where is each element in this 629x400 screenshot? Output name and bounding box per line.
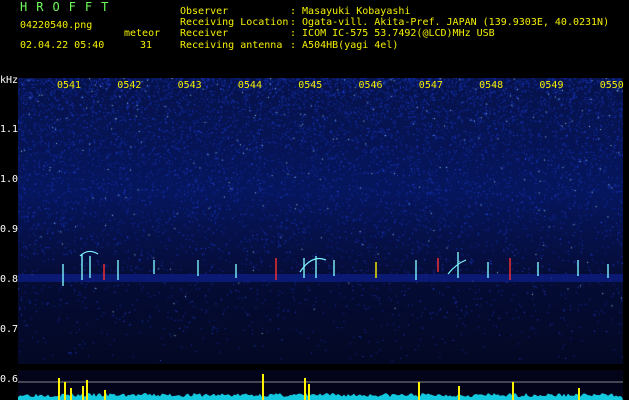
- spectrogram-overlay: [18, 250, 623, 286]
- spectrogram-plot: [18, 78, 623, 364]
- observer-value: : Masayuki Kobayashi: [290, 6, 411, 17]
- level-spike: [262, 374, 264, 400]
- frequency-tick-label: 0.7: [0, 324, 19, 335]
- frequency-tick-label: 0.8: [0, 274, 19, 285]
- frequency-unit-label: kHz: [0, 75, 19, 86]
- app-title: HROFFT: [20, 0, 118, 14]
- time-tick-label: 0547: [418, 80, 443, 91]
- level-spike: [578, 388, 580, 400]
- level-spike: [308, 384, 310, 400]
- level-spike: [458, 386, 460, 400]
- date-time: 02.04.22 05:40: [20, 40, 105, 51]
- level-spike: [64, 382, 66, 400]
- signal-level-graph: [18, 374, 623, 400]
- time-tick-label: 0542: [117, 80, 142, 91]
- time-tick-label: 0549: [539, 80, 564, 91]
- frequency-tick-label: 0.6: [0, 374, 19, 385]
- time-tick-label: 0548: [479, 80, 504, 91]
- noise-level-fill: [18, 393, 623, 400]
- level-spike: [58, 378, 60, 400]
- level-spike: [104, 390, 106, 400]
- time-tick-label: 0544: [237, 80, 262, 91]
- time-tick-label: 0541: [57, 80, 82, 91]
- meteor-echo-trail: [447, 259, 467, 275]
- observer-label: Observer: [180, 6, 229, 17]
- time-tick-label: 0543: [177, 80, 202, 91]
- receiver-value: : ICOM IC-575 53.7492(@LCD)MHz USB: [290, 28, 495, 39]
- file-name: 04220540.png: [20, 20, 93, 31]
- level-spike: [82, 386, 84, 400]
- level-spike: [512, 382, 514, 400]
- level-spike: [70, 388, 72, 400]
- antenna-value: : A504HB(yagi 4el): [290, 40, 399, 51]
- location-value: : Ogata-vill. Akita-Pref. JAPAN (139.930…: [290, 17, 610, 28]
- meteor-label: meteor: [124, 28, 161, 39]
- time-tick-label: 0546: [358, 80, 383, 91]
- antenna-label: Receiving antenna: [180, 40, 283, 51]
- header-panel: HROFFT 04220540.png meteor 02.04.22 05:4…: [0, 0, 629, 78]
- signal-level-panel: [18, 370, 623, 400]
- level-spike: [86, 380, 88, 400]
- frequency-tick-label: 0.9: [0, 224, 19, 235]
- frequency-tick-label: 1.0: [0, 174, 19, 185]
- time-tick-label: 0550: [599, 80, 624, 91]
- time-tick-label: 0545: [298, 80, 323, 91]
- meteor-count: 31: [140, 40, 153, 51]
- location-label: Receiving Location: [180, 17, 289, 28]
- carrier-band: [18, 274, 623, 282]
- level-spike: [418, 382, 420, 400]
- level-spike: [304, 378, 306, 400]
- frequency-tick-label: 1.1: [0, 124, 19, 135]
- receiver-label: Receiver: [180, 28, 229, 39]
